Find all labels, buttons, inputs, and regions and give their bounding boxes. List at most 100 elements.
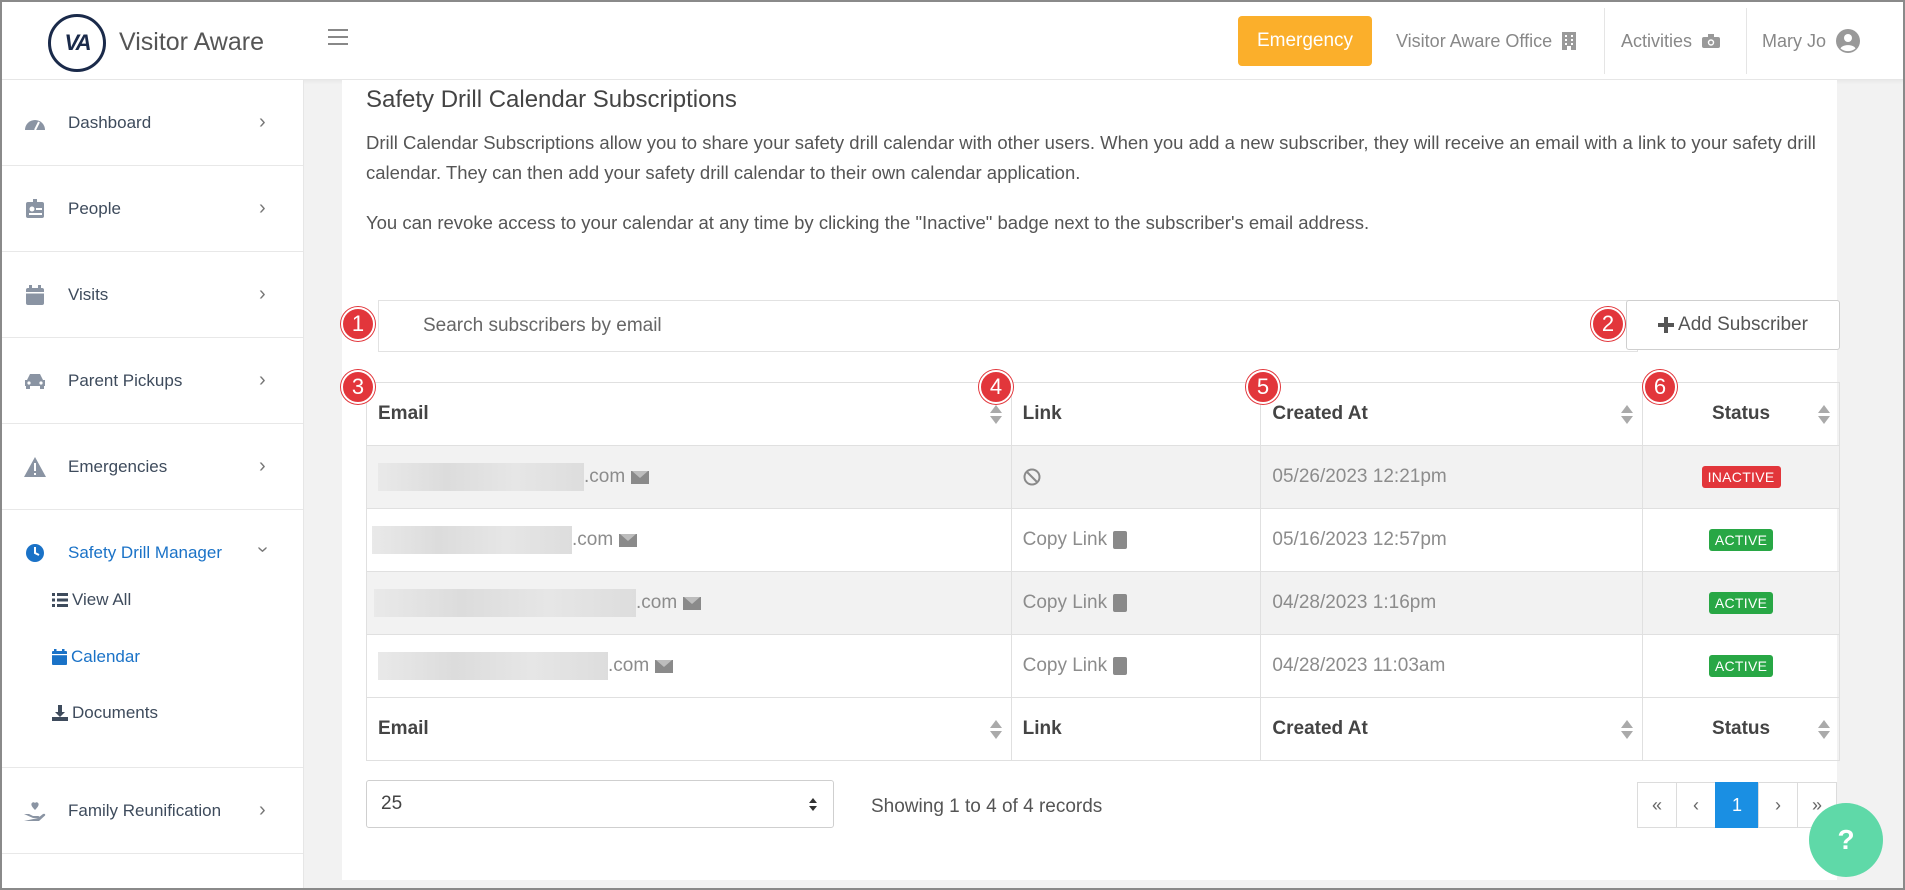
search-input[interactable]	[379, 301, 1637, 351]
sort-icon[interactable]	[989, 405, 1002, 425]
column-header-email[interactable]: Email	[366, 382, 1012, 446]
column-footer-created-at[interactable]: Created At	[1260, 697, 1644, 761]
sidebar-item-people[interactable]: People ›	[2, 166, 303, 252]
id-badge-icon	[23, 198, 47, 220]
office-selector[interactable]: Visitor Aware Office	[1396, 2, 1577, 80]
page-title: Safety Drill Calendar Subscriptions	[366, 86, 737, 113]
email-cell: .com	[366, 445, 1012, 509]
status-badge-active[interactable]: ACTIVE	[1708, 655, 1774, 677]
sort-icon[interactable]	[1621, 720, 1634, 740]
chevron-right-icon: ›	[259, 111, 266, 133]
sidebar-item-visits[interactable]: Visits ›	[2, 252, 303, 338]
camera-icon	[1702, 34, 1721, 48]
email-suffix: .com	[572, 529, 614, 551]
activities-label: Activities	[1621, 30, 1693, 51]
footer-label: Email	[378, 718, 429, 739]
copy-icon[interactable]	[1113, 593, 1128, 612]
email-cell: .com	[366, 634, 1012, 698]
column-header-created-at[interactable]: Created At	[1260, 382, 1644, 446]
sidebar-item-label: Visits	[68, 284, 109, 304]
envelope-icon[interactable]	[631, 470, 650, 484]
sidebar-subitem-documents[interactable]: Documents	[52, 703, 158, 723]
sidebar-subitem-view-all[interactable]: View All	[52, 590, 131, 610]
emergency-button[interactable]: Emergency	[1238, 16, 1372, 66]
link-cell	[1010, 445, 1262, 509]
divider	[1746, 8, 1747, 74]
ban-icon	[1023, 468, 1041, 486]
page-size-select[interactable]: 25	[366, 780, 834, 828]
chevron-right-icon: ›	[259, 455, 266, 477]
sidebar-item-label: Safety Drill Manager	[68, 543, 223, 562]
sort-icon[interactable]	[1621, 405, 1634, 425]
sidebar-item-dashboard[interactable]: Dashboard ›	[2, 80, 303, 166]
copy-icon[interactable]	[1113, 656, 1128, 675]
chevron-down-icon: ›	[251, 546, 274, 553]
table-row: .com 05/26/2023 12:21pm INACTIVE	[366, 445, 1840, 509]
redacted-email	[372, 526, 572, 554]
sidebar-subitem-calendar[interactable]: Calendar	[52, 647, 140, 667]
copy-link-label[interactable]: Copy Link	[1023, 592, 1108, 613]
sort-icon[interactable]	[989, 720, 1002, 740]
sidebar-item-label: Dashboard	[68, 112, 152, 132]
column-footer-status[interactable]: Status	[1642, 697, 1840, 761]
callout-marker-6: 6	[1643, 370, 1677, 404]
created-at-cell: 04/28/2023 1:16pm	[1260, 571, 1644, 635]
subscribers-table: Email Link Created At Status .com 05/26/…	[366, 382, 1840, 761]
sort-icon[interactable]	[1818, 405, 1830, 425]
callout-marker-1: 1	[341, 307, 375, 341]
copy-link-label[interactable]: Copy Link	[1023, 655, 1108, 676]
building-icon	[1562, 32, 1577, 50]
redacted-email	[378, 652, 608, 680]
first-page-button[interactable]: «	[1637, 782, 1677, 828]
status-badge-inactive[interactable]: INACTIVE	[1701, 466, 1781, 488]
sidebar-item-label: Emergencies	[68, 456, 168, 476]
sidebar-subitem-label: View All	[72, 590, 132, 609]
sidebar-item-safety-drill-manager[interactable]: Safety Drill Manager › View All Calendar…	[2, 510, 303, 768]
link-cell[interactable]: Copy Link	[1010, 634, 1262, 698]
logo-icon[interactable]: VA	[48, 14, 106, 72]
calendar-icon	[52, 649, 67, 665]
column-header-link: Link	[1010, 382, 1262, 446]
sidebar-item-family-reunification[interactable]: Family Reunification ›	[2, 768, 303, 854]
status-cell: INACTIVE	[1642, 445, 1840, 509]
records-info: Showing 1 to 4 of 4 records	[871, 796, 1103, 817]
description-paragraph: Drill Calendar Subscriptions allow you t…	[366, 132, 1816, 183]
envelope-icon[interactable]	[619, 533, 638, 547]
status-badge-active[interactable]: ACTIVE	[1708, 529, 1774, 551]
calendar-icon	[23, 284, 47, 306]
sidebar-item-label: Parent Pickups	[68, 370, 183, 390]
table-header-row: Email Link Created At Status	[366, 382, 1840, 446]
copy-link-label[interactable]: Copy Link	[1023, 529, 1108, 550]
sort-icon[interactable]	[1818, 720, 1830, 740]
add-subscriber-button[interactable]: Add Subscriber	[1626, 300, 1840, 350]
sidebar-item-label: Family Reunification	[68, 800, 222, 820]
envelope-icon[interactable]	[683, 596, 702, 610]
prev-page-button[interactable]: ‹	[1676, 782, 1716, 828]
sidebar-item-emergencies[interactable]: Emergencies ›	[2, 424, 303, 510]
help-button[interactable]: ?	[1809, 803, 1883, 877]
redacted-email	[374, 589, 636, 617]
clock-icon	[23, 542, 47, 564]
add-subscriber-label: Add Subscriber	[1678, 314, 1808, 335]
table-row: .com Copy Link 04/28/2023 1:16pm ACTIVE	[366, 571, 1840, 635]
link-cell[interactable]: Copy Link	[1010, 508, 1262, 572]
sidebar-item-parent-pickups[interactable]: Parent Pickups ›	[2, 338, 303, 424]
status-badge-active[interactable]: ACTIVE	[1708, 592, 1774, 614]
column-footer-email[interactable]: Email	[366, 697, 1012, 761]
hamburger-menu-icon[interactable]	[328, 29, 348, 47]
page-size-value: 25	[381, 793, 403, 814]
user-menu[interactable]: Mary Jo	[1762, 2, 1861, 80]
link-cell[interactable]: Copy Link	[1010, 571, 1262, 635]
next-page-button[interactable]: ›	[1758, 782, 1798, 828]
chevron-right-icon: ›	[259, 283, 266, 305]
status-cell: ACTIVE	[1642, 508, 1840, 572]
page-button-current[interactable]: 1	[1715, 782, 1759, 828]
created-at-cell: 04/28/2023 11:03am	[1260, 634, 1644, 698]
activities-link[interactable]: Activities	[1621, 2, 1721, 80]
office-label: Visitor Aware Office	[1396, 30, 1553, 51]
table-footer-row: Email Link Created At Status	[366, 697, 1840, 761]
envelope-icon[interactable]	[655, 659, 674, 673]
copy-icon[interactable]	[1113, 530, 1128, 549]
redacted-email	[378, 463, 584, 491]
email-suffix: .com	[608, 655, 650, 677]
